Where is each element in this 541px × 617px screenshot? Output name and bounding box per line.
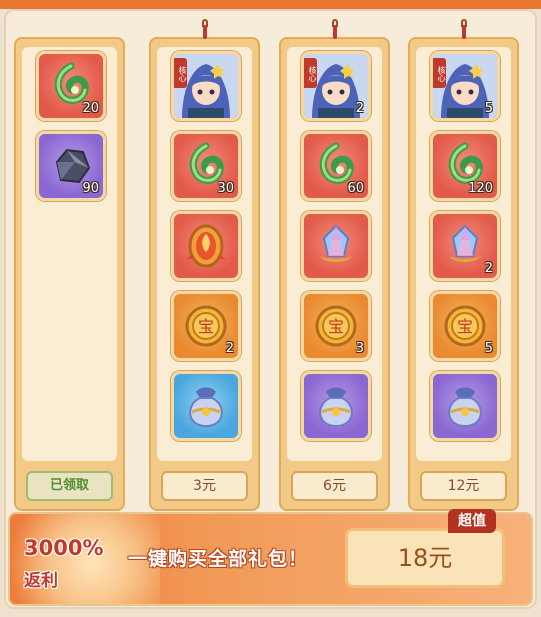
rebate-label: 返利 <box>24 571 58 591</box>
svg-text:宝: 宝 <box>457 317 473 336</box>
core-tag: 核心 <box>433 58 446 88</box>
reward-slot[interactable]: 30 <box>171 131 241 201</box>
reward-slot[interactable]: 核心 5 <box>430 51 500 121</box>
reward-slot[interactable]: 宝3 <box>301 291 371 361</box>
reward-quantity: 3 <box>355 341 364 356</box>
reward-quantity: 5 <box>484 341 493 356</box>
gift-column-3: 核心 2 60 宝 3 6元 <box>279 19 390 511</box>
svg-text:宝: 宝 <box>198 317 214 336</box>
reward-slot[interactable]: 核心 <box>171 51 241 121</box>
treasure-bag-icon <box>433 374 497 438</box>
reward-slot[interactable]: 90 <box>36 131 106 201</box>
super-value-badge: 超值 <box>448 509 496 533</box>
reward-quantity: 2 <box>225 341 234 356</box>
core-tag: 核心 <box>304 58 317 88</box>
price-button[interactable]: 6元 <box>291 471 378 501</box>
reward-slot[interactable] <box>430 371 500 441</box>
reward-slot[interactable]: 60 <box>301 131 371 201</box>
reward-quantity: 2 <box>484 261 493 276</box>
reward-slot[interactable] <box>301 211 371 281</box>
reward-quantity: 30 <box>217 181 234 196</box>
phoenix-token-icon <box>174 214 238 278</box>
reward-slot[interactable] <box>171 371 241 441</box>
treasure-bag-icon <box>304 374 368 438</box>
reward-slot[interactable]: 宝2 <box>171 291 241 361</box>
svg-text:宝: 宝 <box>328 317 344 336</box>
core-tag: 核心 <box>174 58 187 88</box>
gift-column-1: 20 90 已领取 <box>14 37 125 511</box>
price-button[interactable]: 3元 <box>161 471 248 501</box>
crystal-gem-icon <box>304 214 368 278</box>
reward-quantity: 20 <box>82 101 99 116</box>
reward-slot[interactable]: 宝5 <box>430 291 500 361</box>
treasure-bag-icon <box>174 374 238 438</box>
reward-slot[interactable] <box>171 211 241 281</box>
buy-all-text: 一键购买全部礼包！ <box>128 548 309 570</box>
reward-quantity: 120 <box>468 181 493 196</box>
reward-slot[interactable]: 20 <box>36 51 106 121</box>
top-bar <box>0 0 541 9</box>
reward-quantity: 60 <box>347 181 364 196</box>
reward-quantity: 5 <box>484 101 493 116</box>
reward-quantity: 90 <box>82 181 99 196</box>
claimed-button[interactable]: 已领取 <box>26 471 113 501</box>
reward-slot[interactable]: 核心 2 <box>301 51 371 121</box>
hanging-pin-icon <box>329 19 341 41</box>
reward-slot[interactable]: 120 <box>430 131 500 201</box>
rebate-percent: 3000% <box>24 536 104 560</box>
reward-slot[interactable]: 2 <box>430 211 500 281</box>
price-button[interactable]: 12元 <box>420 471 507 501</box>
reward-quantity: 2 <box>355 101 364 116</box>
gift-column-4: 核心 5 120 2 宝 5 12元 <box>408 19 519 511</box>
gift-column-2: 核心 30 宝 2 3元 <box>149 19 260 511</box>
reward-slot[interactable] <box>301 371 371 441</box>
hanging-pin-icon <box>199 19 211 41</box>
hanging-pin-icon <box>458 19 470 41</box>
buy-all-button[interactable]: 18元 <box>345 528 505 588</box>
